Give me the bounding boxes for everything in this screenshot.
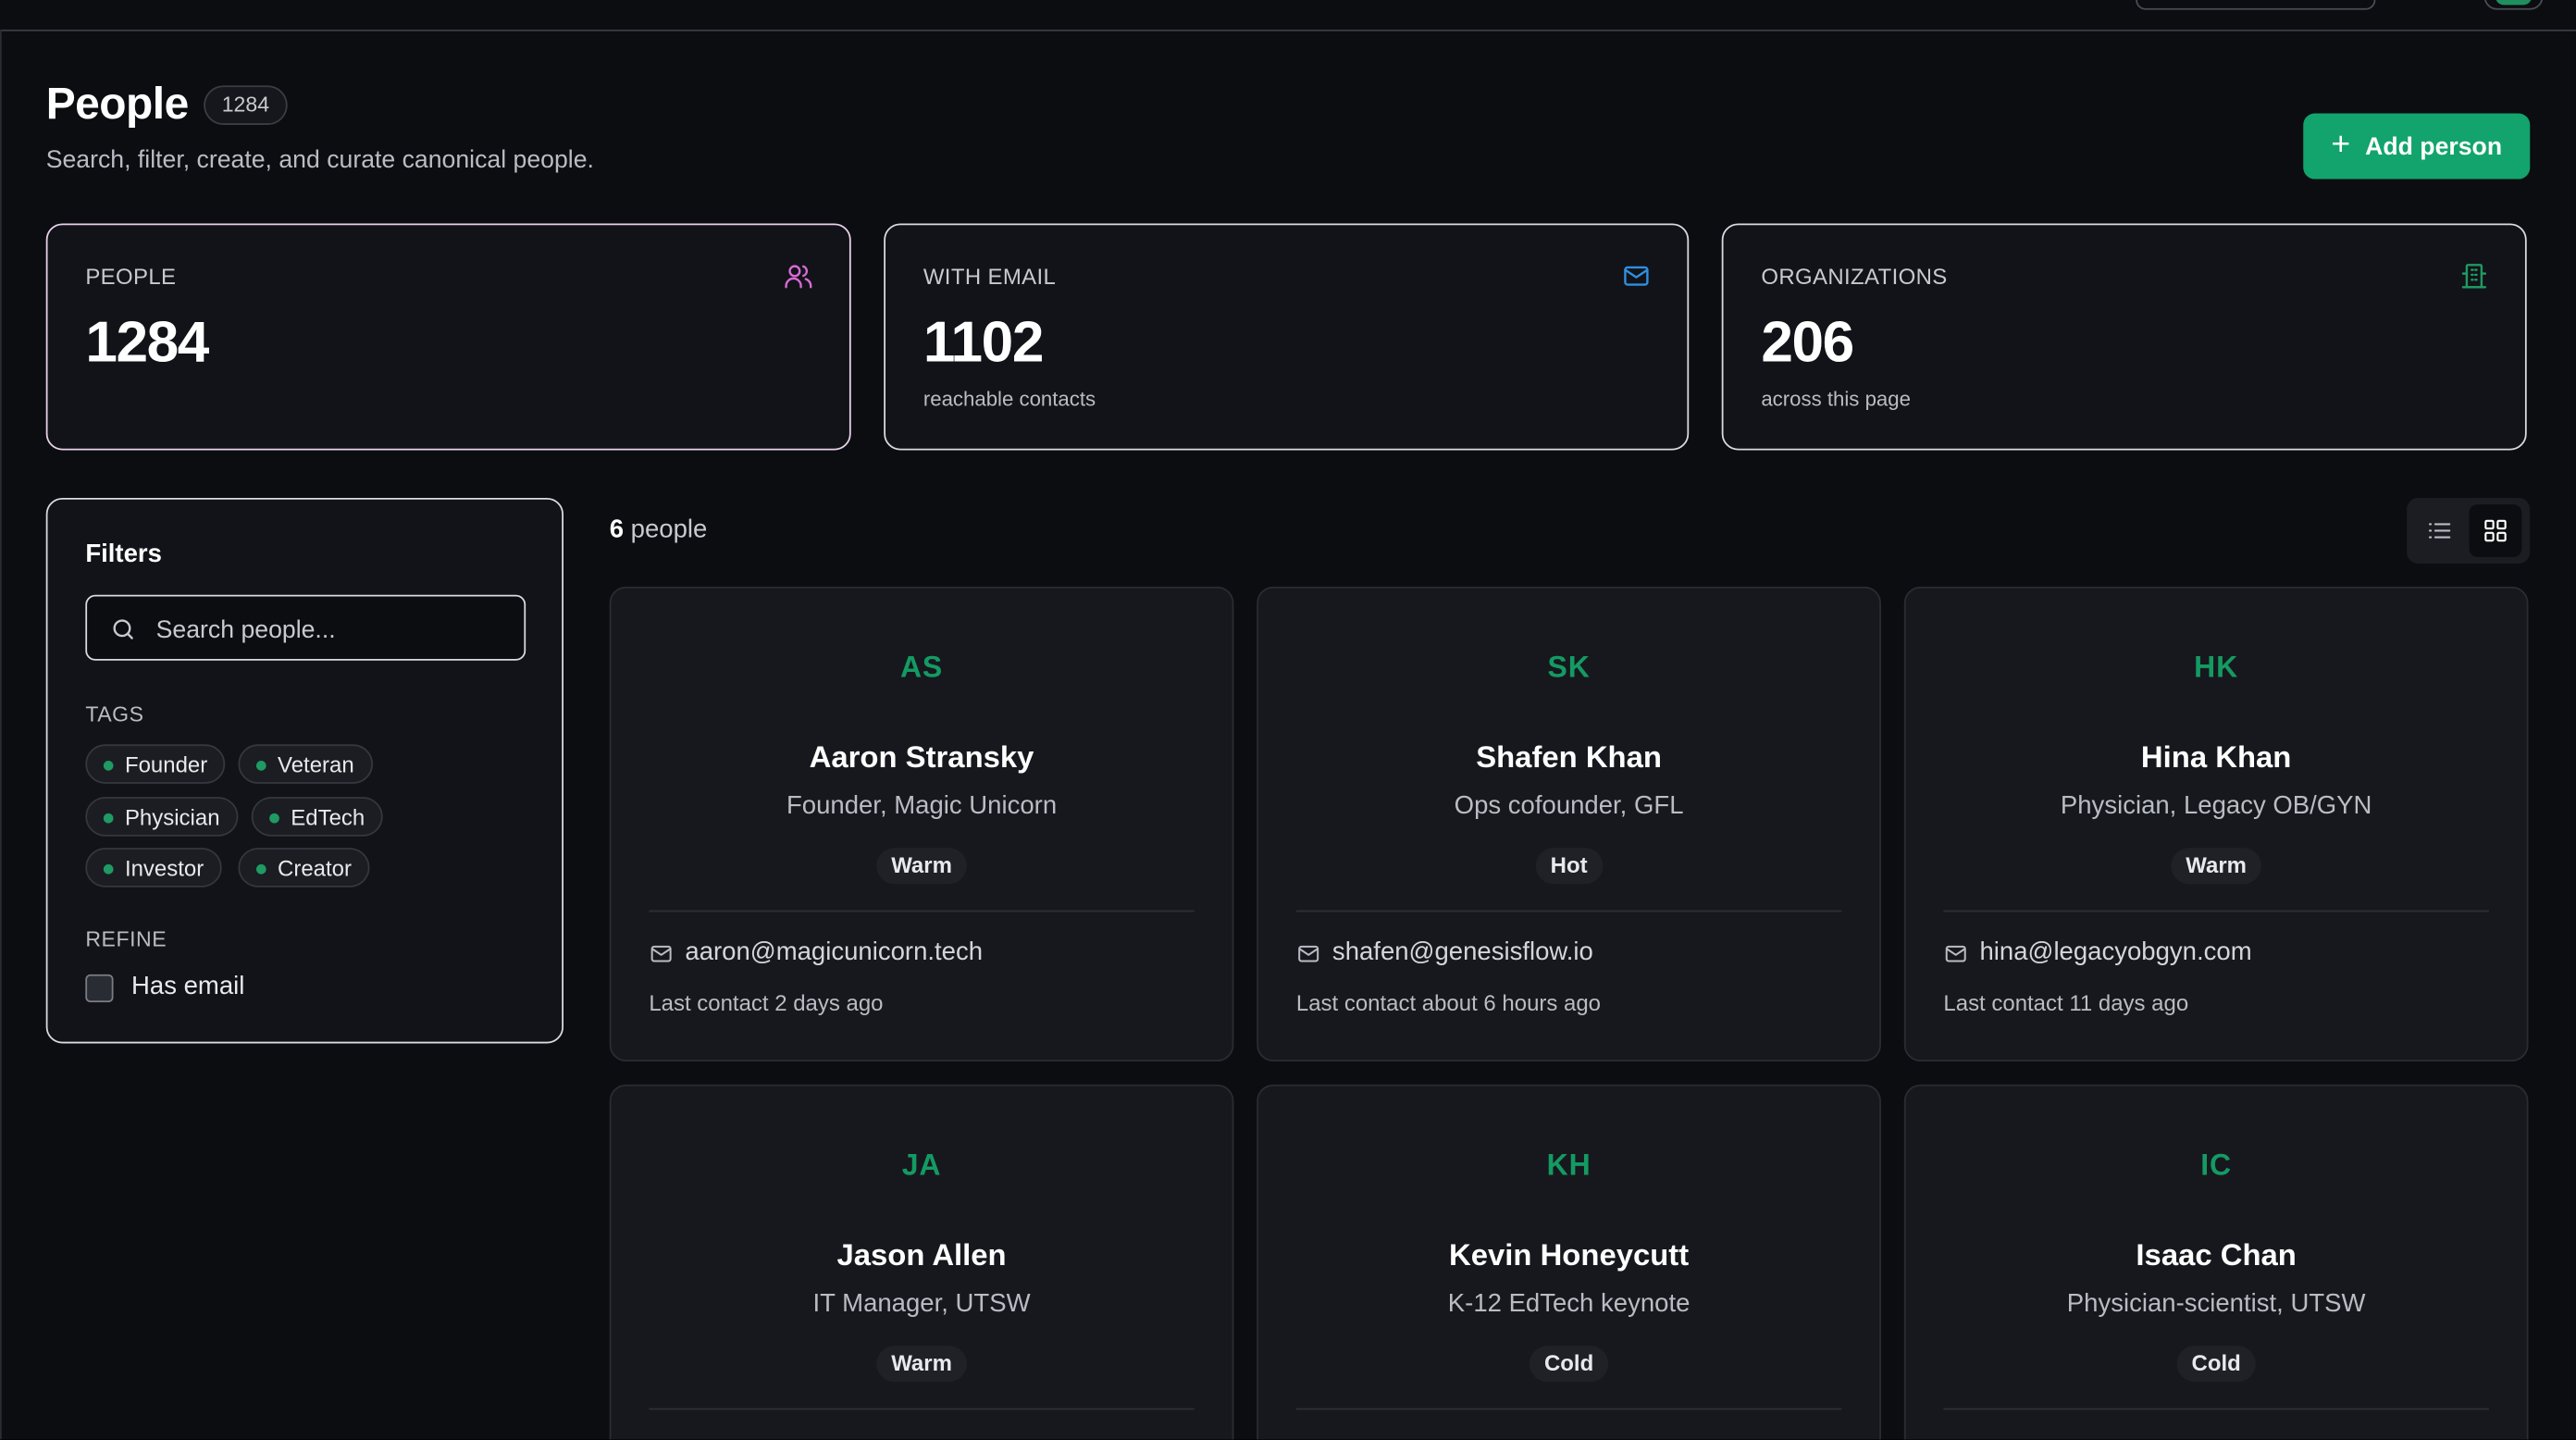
count-badge: 1284: [204, 85, 288, 125]
divider: [1943, 910, 2489, 912]
tags-label: TAGS: [85, 701, 144, 726]
app-window: People 1284 Search, filter, create, and …: [0, 0, 2576, 1440]
users-icon: [785, 265, 812, 289]
mail-icon: [1298, 945, 1319, 962]
list-icon: [2428, 523, 2451, 539]
stat-sub: reachable contacts: [923, 388, 1096, 411]
person-card[interactable]: AS Aaron Stransky Founder, Magic Unicorn…: [609, 586, 1234, 1061]
person-email-text: shafen@genesisflow.io: [1331, 937, 1593, 966]
last-contact: Last contact 11 days ago: [1943, 990, 2189, 1016]
tag-edtech[interactable]: EdTech: [251, 797, 383, 837]
grid-icon: [2484, 519, 2507, 542]
person-card[interactable]: HK Hina Khan Physician, Legacy OB/GYN Wa…: [1903, 586, 2529, 1061]
tag-founder[interactable]: Founder: [85, 744, 226, 784]
person-role: IT Manager, UTSW: [812, 1289, 1031, 1318]
status-badge: Warm: [876, 848, 967, 885]
divider: [649, 910, 1195, 912]
tag-veteran[interactable]: Veteran: [238, 744, 373, 784]
person-email[interactable]: aaron@magicunicorn.tech: [649, 938, 983, 968]
user-avatar[interactable]: [2483, 0, 2544, 10]
last-contact: Last contact about 6 hours ago: [1295, 990, 1602, 1016]
has-email-label[interactable]: Has email: [131, 973, 244, 1002]
person-role: Physician-scientist, UTSW: [2066, 1289, 2366, 1318]
stat-card-people: PEOPLE 1284: [45, 223, 851, 451]
avatar-initials: JA: [901, 1148, 942, 1182]
filters-title: Filters: [85, 540, 162, 569]
view-toggle: [2407, 497, 2531, 564]
results-count: 6 people: [610, 516, 708, 546]
building-icon: [2461, 264, 2487, 289]
grid-view-button[interactable]: [2469, 504, 2522, 557]
tag-physician[interactable]: Physician: [85, 797, 239, 837]
person-name[interactable]: Hina Khan: [1906, 739, 2527, 776]
filters-panel: Filters TAGS Founder Veteran Physician E…: [45, 497, 564, 1044]
divider: [1295, 910, 1842, 912]
tag-creator[interactable]: Creator: [238, 848, 370, 888]
mail-icon: [1624, 266, 1649, 286]
divider: [1943, 1408, 2489, 1410]
divider: [1295, 1408, 1842, 1410]
stat-label: PEOPLE: [85, 264, 177, 290]
add-person-label: Add person: [2365, 131, 2503, 161]
person-name[interactable]: Isaac Chan: [1906, 1237, 2527, 1273]
status-badge: Cold: [2176, 1346, 2256, 1383]
person-role: K-12 EdTech keynote: [1447, 1289, 1690, 1318]
person-card[interactable]: IC Isaac Chan Physician-scientist, UTSW …: [1903, 1084, 2529, 1440]
avatar-initials: AS: [899, 651, 944, 684]
person-name[interactable]: Aaron Stransky: [611, 739, 1232, 776]
person-role: Ops cofounder, GFL: [1454, 791, 1684, 820]
mail-icon: [650, 945, 672, 962]
status-badge: Warm: [2171, 848, 2261, 885]
refine-label: REFINE: [85, 926, 167, 952]
status-badge: Warm: [876, 1346, 967, 1383]
mail-icon: [1945, 945, 1966, 962]
results-count-label: people: [630, 515, 708, 544]
person-name[interactable]: Shafen Khan: [1258, 739, 1879, 776]
top-bar: [0, 0, 2576, 31]
stat-card-organizations: ORGANIZATIONS 206 across this page: [1721, 223, 2527, 451]
search-icon: [113, 619, 133, 639]
stat-card-with-email: WITH EMAIL 1102 reachable contacts: [884, 223, 1690, 451]
avatar-initials: SK: [1547, 651, 1591, 684]
person-role: Founder, Magic Unicorn: [786, 791, 1058, 820]
person-email-text: aaron@magicunicorn.tech: [685, 937, 984, 966]
avatar-initials: IC: [2200, 1148, 2233, 1182]
stat-label: ORGANIZATIONS: [1761, 264, 1948, 290]
person-email[interactable]: hina@legacyobgyn.com: [1943, 937, 2252, 968]
page-subtitle: Search, filter, create, and curate canon…: [45, 146, 594, 175]
has-email-checkbox[interactable]: [85, 974, 114, 1003]
status-badge: Hot: [1535, 848, 1603, 885]
stat-value: 1102: [923, 310, 1045, 375]
person-card[interactable]: KH Kevin Honeycutt K-12 EdTech keynote C…: [1257, 1084, 1881, 1440]
person-role: Physician, Legacy OB/GYN: [2060, 791, 2372, 820]
stat-sub: across this page: [1761, 388, 1911, 411]
divider: [0, 29, 2, 1440]
last-contact: Last contact 2 days ago: [649, 990, 884, 1016]
stat-value: 206: [1761, 310, 1854, 375]
plus-icon: +: [2331, 126, 2351, 163]
list-view-button[interactable]: [2413, 504, 2466, 557]
results-count-number: 6: [609, 515, 625, 544]
stat-value: 1284: [85, 310, 209, 375]
page-title: People: [45, 79, 190, 129]
person-name[interactable]: Jason Allen: [611, 1237, 1232, 1273]
add-person-button[interactable]: + Add person: [2303, 113, 2531, 180]
tag-investor[interactable]: Investor: [85, 848, 222, 888]
person-email[interactable]: shafen@genesisflow.io: [1296, 938, 1593, 968]
status-badge: Cold: [1529, 1346, 1609, 1383]
person-email-text: hina@legacyobgyn.com: [1979, 937, 2252, 966]
top-search-field[interactable]: [2136, 0, 2376, 10]
person-name[interactable]: Kevin Honeycutt: [1258, 1237, 1879, 1273]
stat-label: WITH EMAIL: [923, 264, 1057, 290]
avatar-initials: HK: [2194, 651, 2239, 684]
avatar-initials: KH: [1546, 1148, 1591, 1182]
person-card[interactable]: JA Jason Allen IT Manager, UTSW Warm: [609, 1084, 1234, 1440]
search-input[interactable]: [153, 609, 513, 650]
person-card[interactable]: SK Shafen Khan Ops cofounder, GFL Hot sh…: [1257, 586, 1881, 1061]
search-box[interactable]: [85, 594, 526, 661]
divider: [649, 1408, 1195, 1410]
